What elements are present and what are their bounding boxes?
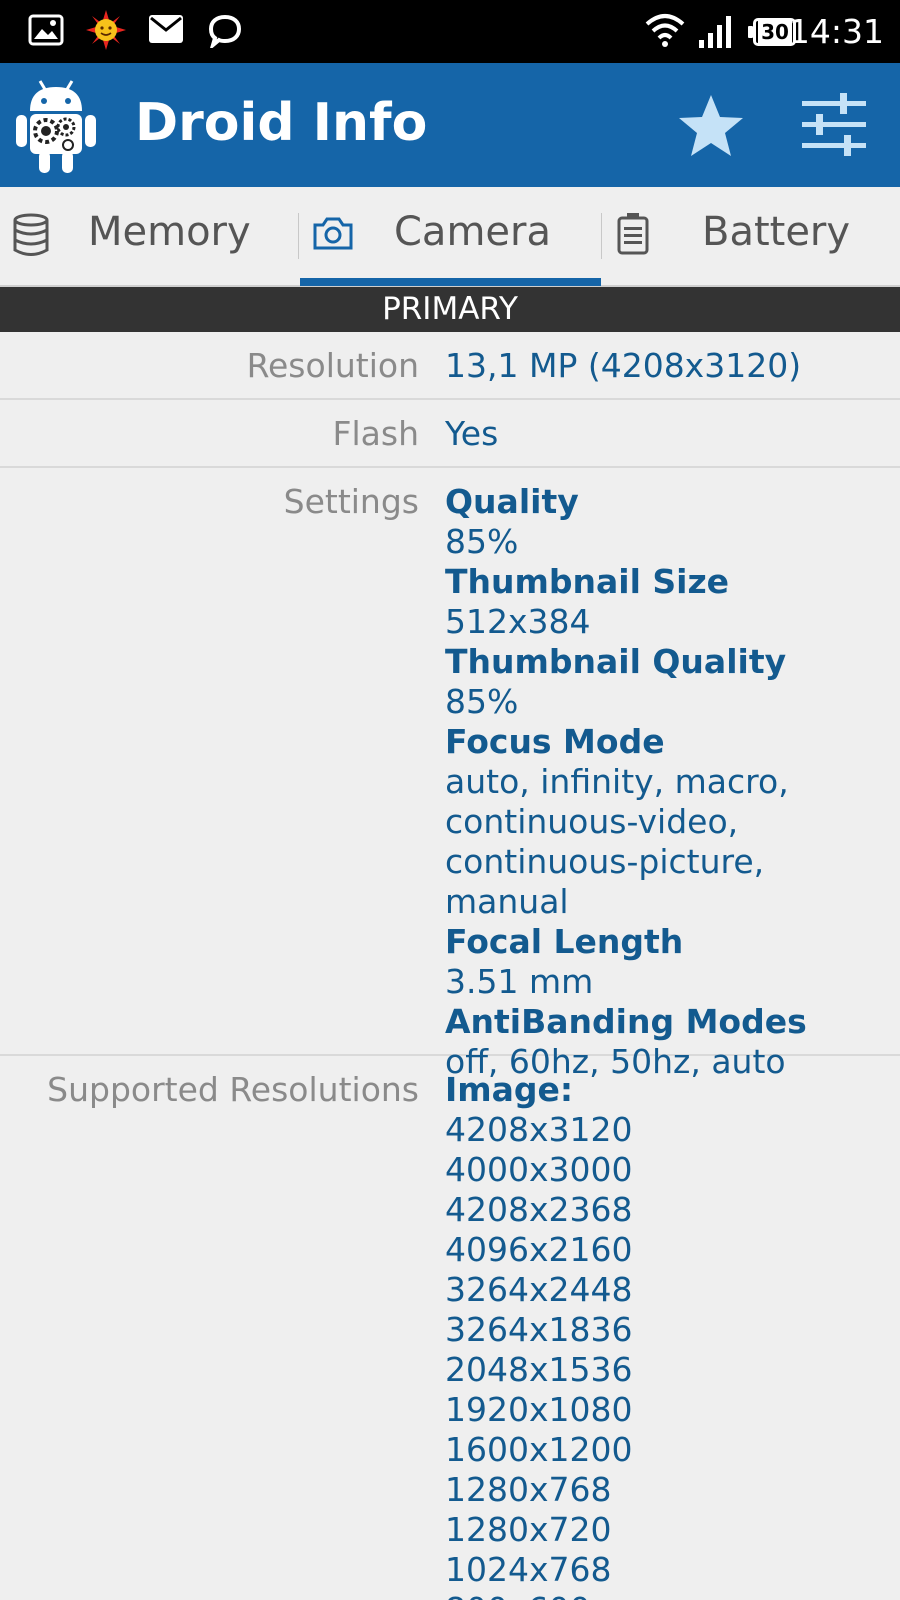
setting-value: 85% (445, 682, 519, 721)
resolution-item: 4096x2160 (445, 1230, 633, 1269)
app-bar: Droid Info (0, 63, 900, 187)
tab-battery-label: Battery (702, 209, 851, 255)
resolution-item: 4208x2368 (445, 1190, 633, 1229)
tab-bar: Memory Camera Battery (0, 187, 900, 287)
tab-divider (298, 213, 299, 259)
resolution-item: 1920x1080 (445, 1390, 633, 1429)
resolution-item: 2048x1536 (445, 1350, 633, 1389)
resolutions-type-key: Image: (445, 1070, 574, 1109)
setting-key: Quality (445, 482, 579, 521)
camera-info-list: Resolution 13,1 MP (4208x3120) Flash Yes… (0, 332, 900, 1600)
resolutions-list: Image: 4208x3120 4000x3000 4208x2368 409… (445, 1070, 895, 1600)
app-logo-icon (16, 80, 96, 173)
resolution-item: 4000x3000 (445, 1150, 633, 1189)
tab-memory[interactable]: Memory (0, 187, 298, 287)
tab-memory-label: Memory (88, 209, 251, 255)
mail-icon (149, 15, 183, 43)
row-value: 13,1 MP (4208x3120) (445, 346, 802, 385)
info-row-flash: Flash Yes (0, 400, 900, 468)
setting-value: 3.51 mm (445, 962, 594, 1001)
app-title: Droid Info (135, 93, 428, 153)
tab-camera[interactable]: Camera (300, 187, 601, 287)
row-label: Supported Resolutions (47, 1070, 419, 1109)
setting-value: 85% (445, 522, 519, 561)
resolution-item: 1280x768 (445, 1470, 612, 1509)
setting-value: auto, infinity, macro, continuous-video,… (445, 762, 789, 921)
setting-value: 512x384 (445, 602, 591, 641)
status-bar: 30 14:31 (0, 0, 900, 63)
setting-key: Focus Mode (445, 722, 665, 761)
image-notification-icon (28, 14, 64, 46)
settings-list: Quality 85% Thumbnail Size 512x384 Thumb… (445, 482, 895, 1082)
info-row-supported-resolutions: Supported Resolutions Image: 4208x3120 4… (0, 1056, 900, 1600)
resolution-item: 1600x1200 (445, 1430, 633, 1469)
chat-icon (208, 14, 242, 48)
tab-camera-label: Camera (394, 209, 551, 255)
status-time: 14:31 (788, 12, 884, 51)
row-label: Settings (283, 482, 419, 521)
selected-tab-indicator (300, 278, 601, 286)
setting-key: Thumbnail Quality (445, 642, 787, 681)
tune-icon[interactable] (800, 91, 868, 159)
tab-battery[interactable]: Battery (602, 187, 900, 287)
info-row-settings: Settings Quality 85% Thumbnail Size 512x… (0, 468, 900, 1081)
info-row-resolution: Resolution 13,1 MP (4208x3120) (0, 332, 900, 400)
signal-icon (699, 16, 731, 48)
row-label: Flash (332, 414, 419, 453)
section-header: PRIMARY (0, 287, 900, 332)
setting-key: Thumbnail Size (445, 562, 730, 601)
row-value: Yes (445, 414, 499, 453)
battery-tab-icon (617, 213, 649, 255)
resolution-item: 800x600 (445, 1590, 895, 1600)
resolution-item: 3264x1836 (445, 1310, 633, 1349)
resolution-item: 1024x768 (445, 1550, 612, 1589)
resolution-item: 1280x720 (445, 1510, 612, 1549)
database-icon (13, 213, 49, 256)
resolution-item: 4208x3120 (445, 1110, 633, 1149)
setting-key: Focal Length (445, 922, 684, 961)
row-label: Resolution (246, 346, 419, 385)
battery-level: 30 (758, 19, 792, 45)
camera-icon (313, 217, 353, 250)
wifi-icon (645, 14, 685, 47)
sun-icon (86, 10, 126, 50)
star-icon[interactable] (676, 91, 746, 161)
setting-key: AntiBanding Modes (445, 1002, 807, 1041)
resolution-item: 3264x2448 (445, 1270, 633, 1309)
